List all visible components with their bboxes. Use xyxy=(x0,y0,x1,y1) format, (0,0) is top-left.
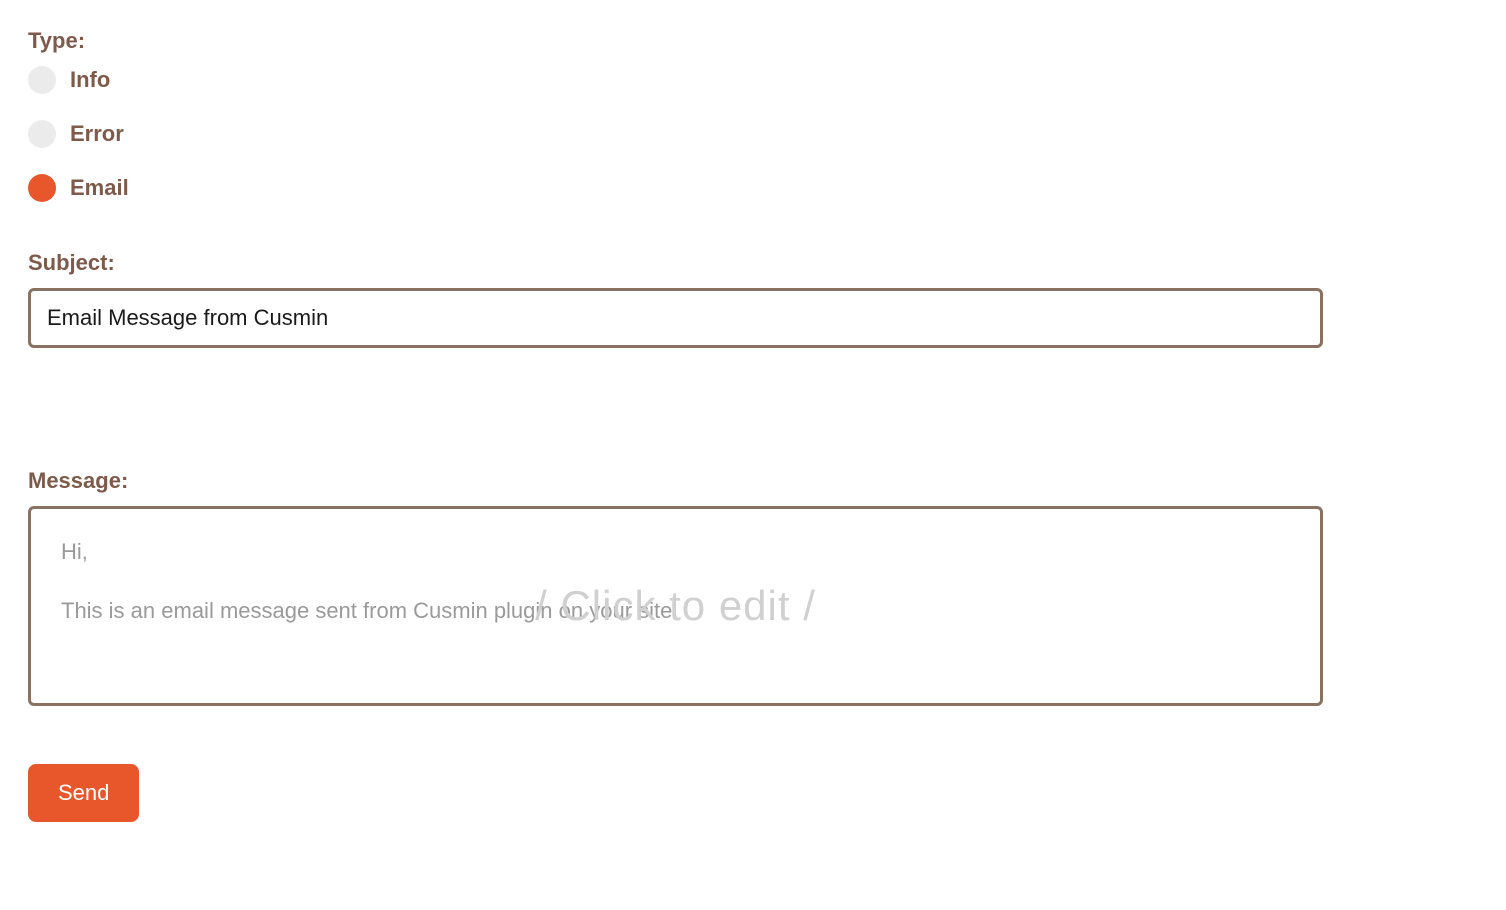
radio-email[interactable]: Email xyxy=(28,174,1478,202)
message-editor[interactable]: Hi, This is an email message sent from C… xyxy=(28,506,1323,706)
radio-info-label: Info xyxy=(70,67,110,93)
subject-section: Subject: xyxy=(28,250,1478,348)
radio-circle-icon xyxy=(28,120,56,148)
message-label: Message: xyxy=(28,468,1478,494)
message-line: This is an email message sent from Cusmi… xyxy=(61,596,1290,627)
radio-error[interactable]: Error xyxy=(28,120,1478,148)
message-line: Hi, xyxy=(61,537,1290,568)
radio-info[interactable]: Info xyxy=(28,66,1478,94)
type-radio-group: Info Error Email xyxy=(28,66,1478,202)
message-section: Message: Hi, This is an email message se… xyxy=(28,468,1478,706)
subject-input[interactable] xyxy=(28,288,1323,348)
send-button[interactable]: Send xyxy=(28,764,139,822)
radio-circle-selected-icon xyxy=(28,174,56,202)
radio-email-label: Email xyxy=(70,175,129,201)
radio-error-label: Error xyxy=(70,121,124,147)
type-label: Type: xyxy=(28,28,1478,54)
subject-label: Subject: xyxy=(28,250,1478,276)
radio-circle-icon xyxy=(28,66,56,94)
form-container: Type: Info Error Email Subject: Message:… xyxy=(28,28,1478,822)
